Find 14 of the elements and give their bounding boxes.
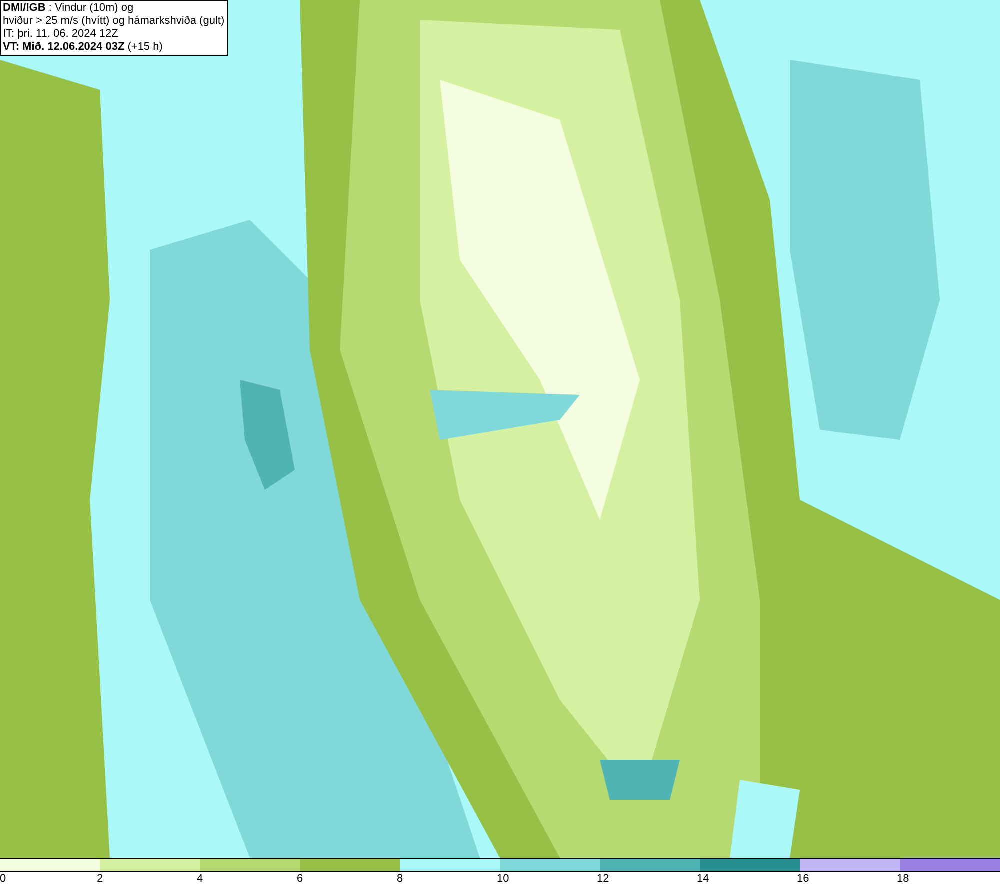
legend-label: 8 [397, 873, 404, 885]
legend-label: 16 [797, 873, 810, 885]
legend-label: 0 [0, 873, 6, 885]
title-line: IT: þri. 11. 06. 2024 12Z [3, 28, 120, 41]
legend-label: 18 [897, 873, 910, 885]
legend-label: 14 [697, 873, 710, 885]
title-line: VT: Mið. 12.06.2024 03Z (+15 h) [3, 41, 164, 54]
legend-label: 10 [497, 873, 510, 885]
legend-label: 6 [297, 873, 304, 885]
legend-label: 12 [597, 873, 610, 885]
title-line: hviður > 25 m/s (hvítt) og hámarkshviða (gult) [3, 15, 225, 28]
legend-label: 4 [197, 873, 204, 885]
legend-label: 2 [97, 873, 104, 885]
title-line: DMI/IGB : Vindur (10m) og [3, 2, 135, 15]
